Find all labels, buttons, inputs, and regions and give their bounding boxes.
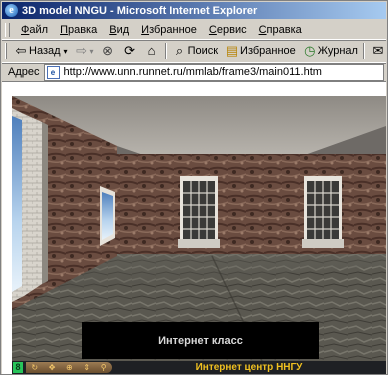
refresh-button[interactable]: ⟳ — [119, 41, 141, 61]
forward-button[interactable]: ⇨ ▾ — [71, 41, 97, 61]
back-arrow-icon: ⇦ — [15, 43, 27, 58]
back-dropdown-icon[interactable]: ▾ — [64, 47, 68, 56]
address-label: Адрес — [8, 66, 40, 78]
scene-caption: Интернет класс — [82, 322, 319, 359]
refresh-icon: ⟳ — [124, 43, 136, 58]
menu-bar: Файл Правка Вид Избранное Сервис Справка — [2, 21, 386, 40]
window-title: 3D model NNGU - Microsoft Internet Explo… — [22, 4, 258, 17]
address-url[interactable]: http://www.unn.runnet.ru/mmlab/frame3/ma… — [64, 66, 322, 78]
internet-explorer-icon: e — [5, 4, 18, 17]
tilt-icon[interactable]: ⇕ — [83, 363, 90, 372]
address-input[interactable]: e http://www.unn.runnet.ru/mmlab/frame3/… — [43, 63, 384, 81]
pan-icon[interactable]: ✥ — [49, 363, 56, 372]
menu-view[interactable]: Вид — [103, 24, 135, 36]
favorites-button[interactable]: ▤ Избранное — [221, 41, 299, 61]
viewer-mode-icon[interactable]: 8 — [13, 362, 23, 373]
menu-grip[interactable] — [5, 23, 10, 37]
forward-dropdown-icon[interactable]: ▾ — [90, 47, 94, 56]
back-label: Назад — [29, 45, 61, 57]
menu-favorites[interactable]: Избранное — [135, 24, 203, 36]
search-button[interactable]: ⌕ Поиск — [169, 41, 221, 61]
search-label: Поиск — [187, 45, 219, 57]
viewer-status-bar: 8 ↻ ✥ ⊕ ⇕ ⚲ Интернет центр ННГУ — [12, 361, 386, 374]
viewer-status-text: Интернет центр ННГУ — [195, 362, 303, 373]
toolbar-separator — [164, 43, 167, 59]
address-bar: Адрес e http://www.unn.runnet.ru/mmlab/f… — [2, 63, 386, 82]
3d-scene-view[interactable]: Интернет класс — [12, 96, 386, 361]
rotate-icon[interactable]: ↻ — [31, 363, 38, 372]
title-bar: e 3D model NNGU - Microsoft Internet Exp… — [2, 2, 386, 19]
menu-edit[interactable]: Правка — [54, 24, 103, 36]
zoom-icon[interactable]: ⊕ — [66, 363, 73, 372]
search-icon: ⌕ — [175, 43, 184, 58]
toolbar-separator — [362, 43, 365, 59]
history-button[interactable]: ◷ Журнал — [299, 41, 361, 61]
walk-icon[interactable]: ⚲ — [101, 363, 107, 372]
menu-help[interactable]: Справка — [253, 24, 308, 36]
mail-button[interactable]: ✉ ▾ — [367, 41, 386, 61]
navigation-controls[interactable]: ↻ ✥ ⊕ ⇕ ⚲ — [26, 362, 112, 373]
toolbar: ⇦ Назад ▾ ⇨ ▾ ⊗ ⟳ ⌂ ⌕ Поиск ▤ Избранное … — [2, 40, 386, 63]
favorites-label: Избранное — [240, 45, 296, 57]
stop-button[interactable]: ⊗ — [97, 41, 119, 61]
page-content: Интернет класс 8 ↻ ✥ ⊕ ⇕ ⚲ Интернет цент… — [2, 82, 386, 374]
home-icon: ⌂ — [147, 43, 156, 58]
history-label: Журнал — [317, 45, 358, 57]
browser-window: e 3D model NNGU - Microsoft Internet Exp… — [0, 0, 388, 375]
forward-arrow-icon: ⇨ — [76, 43, 87, 58]
home-button[interactable]: ⌂ — [141, 41, 163, 61]
favorites-icon: ▤ — [225, 43, 239, 58]
page-icon: e — [46, 65, 60, 79]
menu-tools[interactable]: Сервис — [203, 24, 253, 36]
history-icon: ◷ — [304, 43, 316, 58]
toolbar-grip[interactable] — [5, 43, 7, 59]
back-button[interactable]: ⇦ Назад ▾ — [10, 41, 71, 61]
stop-icon: ⊗ — [102, 43, 114, 58]
menu-file[interactable]: Файл — [15, 24, 54, 36]
mail-icon: ✉ — [372, 43, 384, 58]
